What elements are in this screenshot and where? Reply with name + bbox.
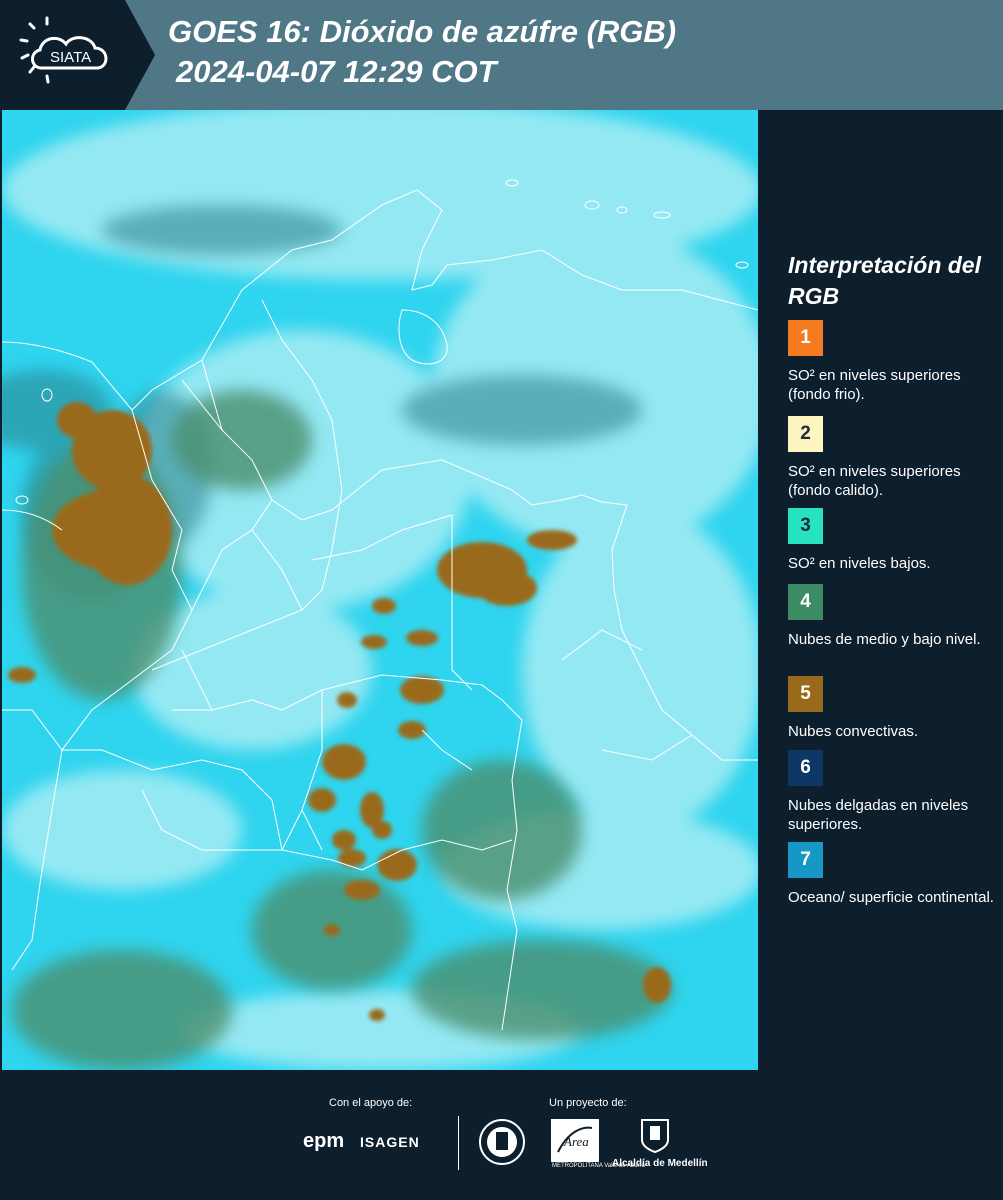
alcaldia-name: Alcaldía de Medellín [612, 1158, 708, 1169]
legend-swatch-1: 1 [788, 320, 823, 356]
legend-swatch-2: 2 [788, 416, 823, 452]
medellin-seal-icon [479, 1119, 525, 1165]
epm-logo: epm [303, 1130, 345, 1152]
svg-text:Área: Área [563, 1134, 589, 1149]
legend-swatch-5: 5 [788, 676, 823, 712]
satellite-map [2, 110, 758, 1070]
isagen-logo: ISAGEN [360, 1134, 420, 1150]
siata-logo: SIATA [0, 0, 155, 110]
footer: Con el apoyo de: Un proyecto de: epm ISA… [0, 1070, 1003, 1200]
legend-swatch-6: 6 [788, 750, 823, 786]
footer-divider [458, 1116, 459, 1170]
legend-swatch-3: 3 [788, 508, 823, 544]
legend-item-7: 7 Oceano/ superficie continental. [788, 842, 998, 907]
legend-title: Interpretación del RGB [788, 252, 981, 309]
legend-label-6: Nubes delgadas en niveles superiores. [788, 797, 969, 833]
legend-item-5: 5 Nubes convectivas. [788, 676, 998, 741]
support-label: Con el apoyo de: [329, 1097, 413, 1109]
legend-swatch-7: 7 [788, 842, 823, 878]
legend-item-2: 2 SO² en niveles superiores (fondo calid… [788, 416, 998, 500]
legend-label-3: SO² en niveles bajos. [788, 555, 931, 572]
header-bar: SIATA GOES 16: Dióxido de azúfre (RGB) 2… [0, 0, 1003, 110]
siata-logo-text: SIATA [50, 49, 91, 66]
alcaldia-shield-icon [641, 1119, 669, 1154]
legend-item-3: 3 SO² en niveles bajos. [788, 508, 998, 573]
legend-label-7: Oceano/ superficie continental. [788, 889, 994, 906]
legend-label-1: SO² en niveles superiores (fondo frio). [788, 367, 961, 403]
legend-label-5: Nubes convectivas. [788, 723, 919, 740]
legend-label-4: Nubes de medio y bajo nivel. [788, 631, 981, 648]
legend-item-4: 4 Nubes de medio y bajo nivel. [788, 584, 998, 649]
legend-label-2: SO² en niveles superiores (fondo calido)… [788, 463, 961, 499]
project-label: Un proyecto de: [549, 1097, 627, 1109]
legend-item-6: 6 Nubes delgadas en niveles superiores. [788, 750, 998, 834]
legend-item-1: 1 SO² en niveles superiores (fondo frio)… [788, 320, 998, 404]
legend-panel: Interpretación del RGB 1 SO² en niveles … [760, 110, 1003, 1070]
page-timestamp: 2024-04-07 12:29 COT [176, 54, 497, 89]
legend-swatch-4: 4 [788, 584, 823, 620]
page-title: GOES 16: Dióxido de azúfre (RGB) [168, 14, 677, 49]
area-metropolitana-logo-icon: Área [551, 1119, 599, 1162]
